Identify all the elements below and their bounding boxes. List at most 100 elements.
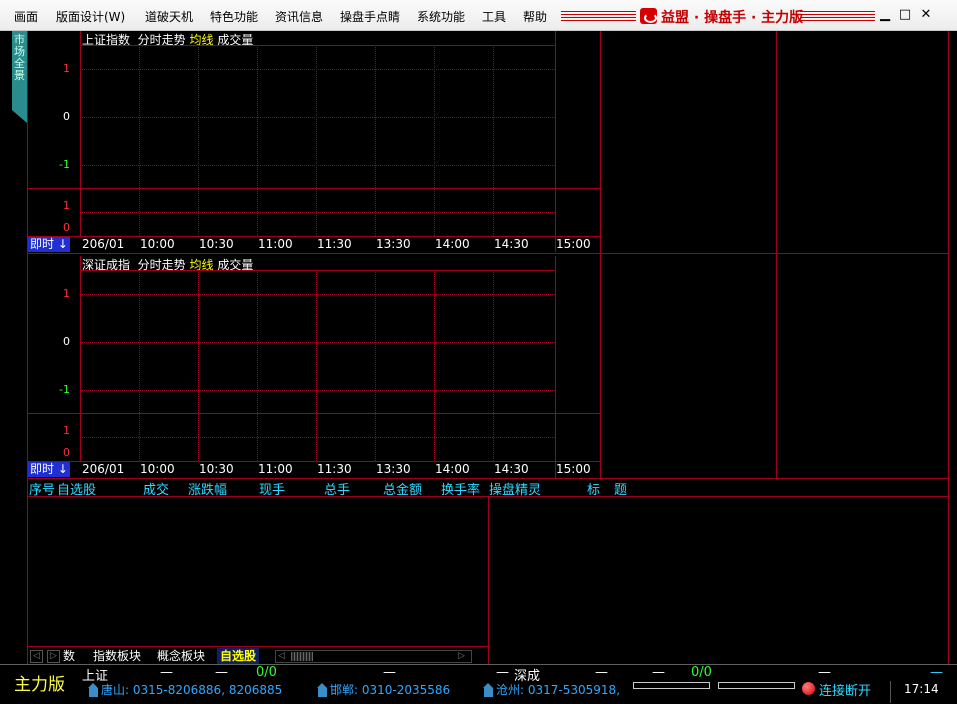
grid-line-v: [257, 270, 258, 461]
x-tick-label: 14:30: [494, 462, 529, 476]
status-top-border: [0, 664, 957, 665]
home-icon: [88, 683, 98, 697]
vol-tick-label: 0: [63, 221, 70, 234]
contact-tangshan: 唐山: 0315-8206886, 8206885: [101, 683, 283, 697]
x-tick-label: 13:30: [376, 237, 411, 251]
arrow-down-icon: ↓: [57, 462, 68, 476]
x-tick-label: 206/01: [82, 462, 125, 476]
chart-separator: [27, 253, 601, 254]
brand-title: 益盟 · 操盘手 · 主力版: [661, 10, 804, 26]
grid-line-v: [198, 45, 199, 236]
x-tick-label: 11:30: [317, 237, 352, 251]
vol-tick-label: 1: [63, 424, 70, 437]
left-border: [27, 31, 28, 664]
status-sz-dash: —: [930, 665, 943, 680]
x-tick-label: 10:30: [199, 237, 234, 251]
tab-data[interactable]: 数: [60, 648, 78, 664]
scroll-left-arrow-icon[interactable]: ◁: [278, 651, 288, 662]
chart-top-border: [80, 45, 556, 46]
sh-strength-bar: [633, 682, 710, 689]
realtime-label: 即时: [30, 237, 55, 251]
brand-stripes-right: [800, 11, 875, 21]
contact-handan: 邯郸: 0310-2035586: [330, 683, 451, 697]
arrow-down-icon: ↓: [57, 237, 68, 251]
menu-item-system[interactable]: 系统功能: [417, 8, 465, 25]
grid-line-h: [80, 342, 555, 343]
y-tick-label: 0: [63, 110, 70, 123]
scroll-right-arrow-icon[interactable]: ▷: [458, 651, 468, 662]
home-icon: [483, 683, 493, 697]
menu-item-trader-tips[interactable]: 操盘手点睛: [340, 8, 400, 25]
contact-city: 邯郸: [330, 683, 355, 697]
clock: 17:14: [904, 682, 939, 696]
side-tab-label: 市场全景: [14, 33, 25, 82]
close-button[interactable]: ✕: [918, 7, 934, 23]
realtime-toggle-button[interactable]: 即时 ↓: [28, 462, 70, 477]
menu-item-help[interactable]: 帮助: [523, 8, 547, 25]
x-tick-label: 206/01: [82, 237, 125, 251]
tab-scroll-left-icon[interactable]: ◁: [30, 650, 43, 663]
realtime-toggle-button[interactable]: 即时 ↓: [28, 237, 70, 252]
clock-divider: [890, 681, 891, 703]
vol-tick-label: 0: [63, 446, 70, 459]
grid-line-v: [198, 270, 199, 461]
scrollbar-thumb[interactable]: [291, 652, 313, 661]
y-tick-label: 1: [63, 287, 70, 300]
menu-item-features[interactable]: 特色功能: [210, 8, 258, 25]
status-sh-dash: —: [496, 665, 509, 680]
app-window: 画面 版面设计(W) 道破天机 特色功能 资讯信息 操盘手点睛 系统功能 工具 …: [0, 0, 957, 704]
x-tick-label: 10:00: [140, 237, 175, 251]
right-panel-h-divider: [600, 253, 948, 254]
grid-line-v: [434, 45, 435, 236]
minimize-button[interactable]: ▁: [877, 7, 893, 23]
maximize-button[interactable]: □: [897, 7, 913, 23]
x-tick-label: 14:00: [435, 237, 470, 251]
tab-scrollbar-track[interactable]: ◁ ▷: [275, 650, 472, 663]
grid-line-h: [80, 212, 555, 213]
menu-item-screen[interactable]: 画面: [14, 8, 38, 25]
x-tick-label: 11:00: [258, 462, 293, 476]
x-tick-label: 13:30: [376, 462, 411, 476]
menu-item-layout-design[interactable]: 版面设计(W): [56, 8, 125, 25]
connection-status-icon: [802, 682, 815, 695]
tab-index-sector[interactable]: 指数板块: [90, 648, 144, 664]
right-border: [948, 31, 949, 664]
grid-line-v: [316, 45, 317, 236]
contact-city: 唐山: [101, 683, 126, 697]
menu-item-daopo-tianji[interactable]: 道破天机: [145, 8, 193, 25]
grid-line-v: [375, 270, 376, 461]
grid-line-v: [139, 270, 140, 461]
menu-item-news[interactable]: 资讯信息: [275, 8, 323, 25]
tab-scroll-right-icon[interactable]: ▷: [47, 650, 60, 663]
right-panel-divider-2: [776, 31, 777, 478]
grid-line-v: [139, 45, 140, 236]
chart-right-axis: [555, 256, 556, 478]
grid-line-h: [80, 165, 555, 166]
status-sh-dash: —: [383, 665, 396, 680]
contact-phone: 0317-5305918,: [527, 683, 621, 697]
right-panel-divider: [600, 31, 601, 478]
grid-line-v: [434, 270, 435, 461]
grid-line-h: [80, 294, 555, 295]
grid-line-v: [493, 270, 494, 461]
menu-bar: 画面 版面设计(W) 道破天机 特色功能 资讯信息 操盘手点睛 系统功能 工具 …: [0, 0, 957, 31]
chart-left-axis: [80, 31, 81, 236]
menu-item-tools[interactable]: 工具: [482, 8, 506, 25]
sz-strength-bar: [718, 682, 795, 689]
table-news-divider: [488, 496, 489, 664]
table-bottom-border: [27, 646, 489, 647]
contact-phone: 0310-2035586: [361, 683, 451, 697]
grid-line-v: [493, 45, 494, 236]
connection-status[interactable]: 连接断开: [819, 680, 871, 699]
contact-city: 沧州: [496, 683, 521, 697]
chart-left-axis: [80, 256, 81, 461]
x-tick-label: 10:00: [140, 462, 175, 476]
grid-line-h: [80, 390, 555, 391]
x-tick-label: 11:30: [317, 462, 352, 476]
grid-line-v: [375, 45, 376, 236]
brand-stripes-left: [561, 11, 636, 21]
tab-concept-sector[interactable]: 概念板块: [154, 648, 208, 664]
tab-watchlist[interactable]: 自选股: [217, 648, 260, 664]
side-tab-market-overview[interactable]: 市场全景: [12, 31, 27, 123]
y-tick-label: 1: [63, 62, 70, 75]
